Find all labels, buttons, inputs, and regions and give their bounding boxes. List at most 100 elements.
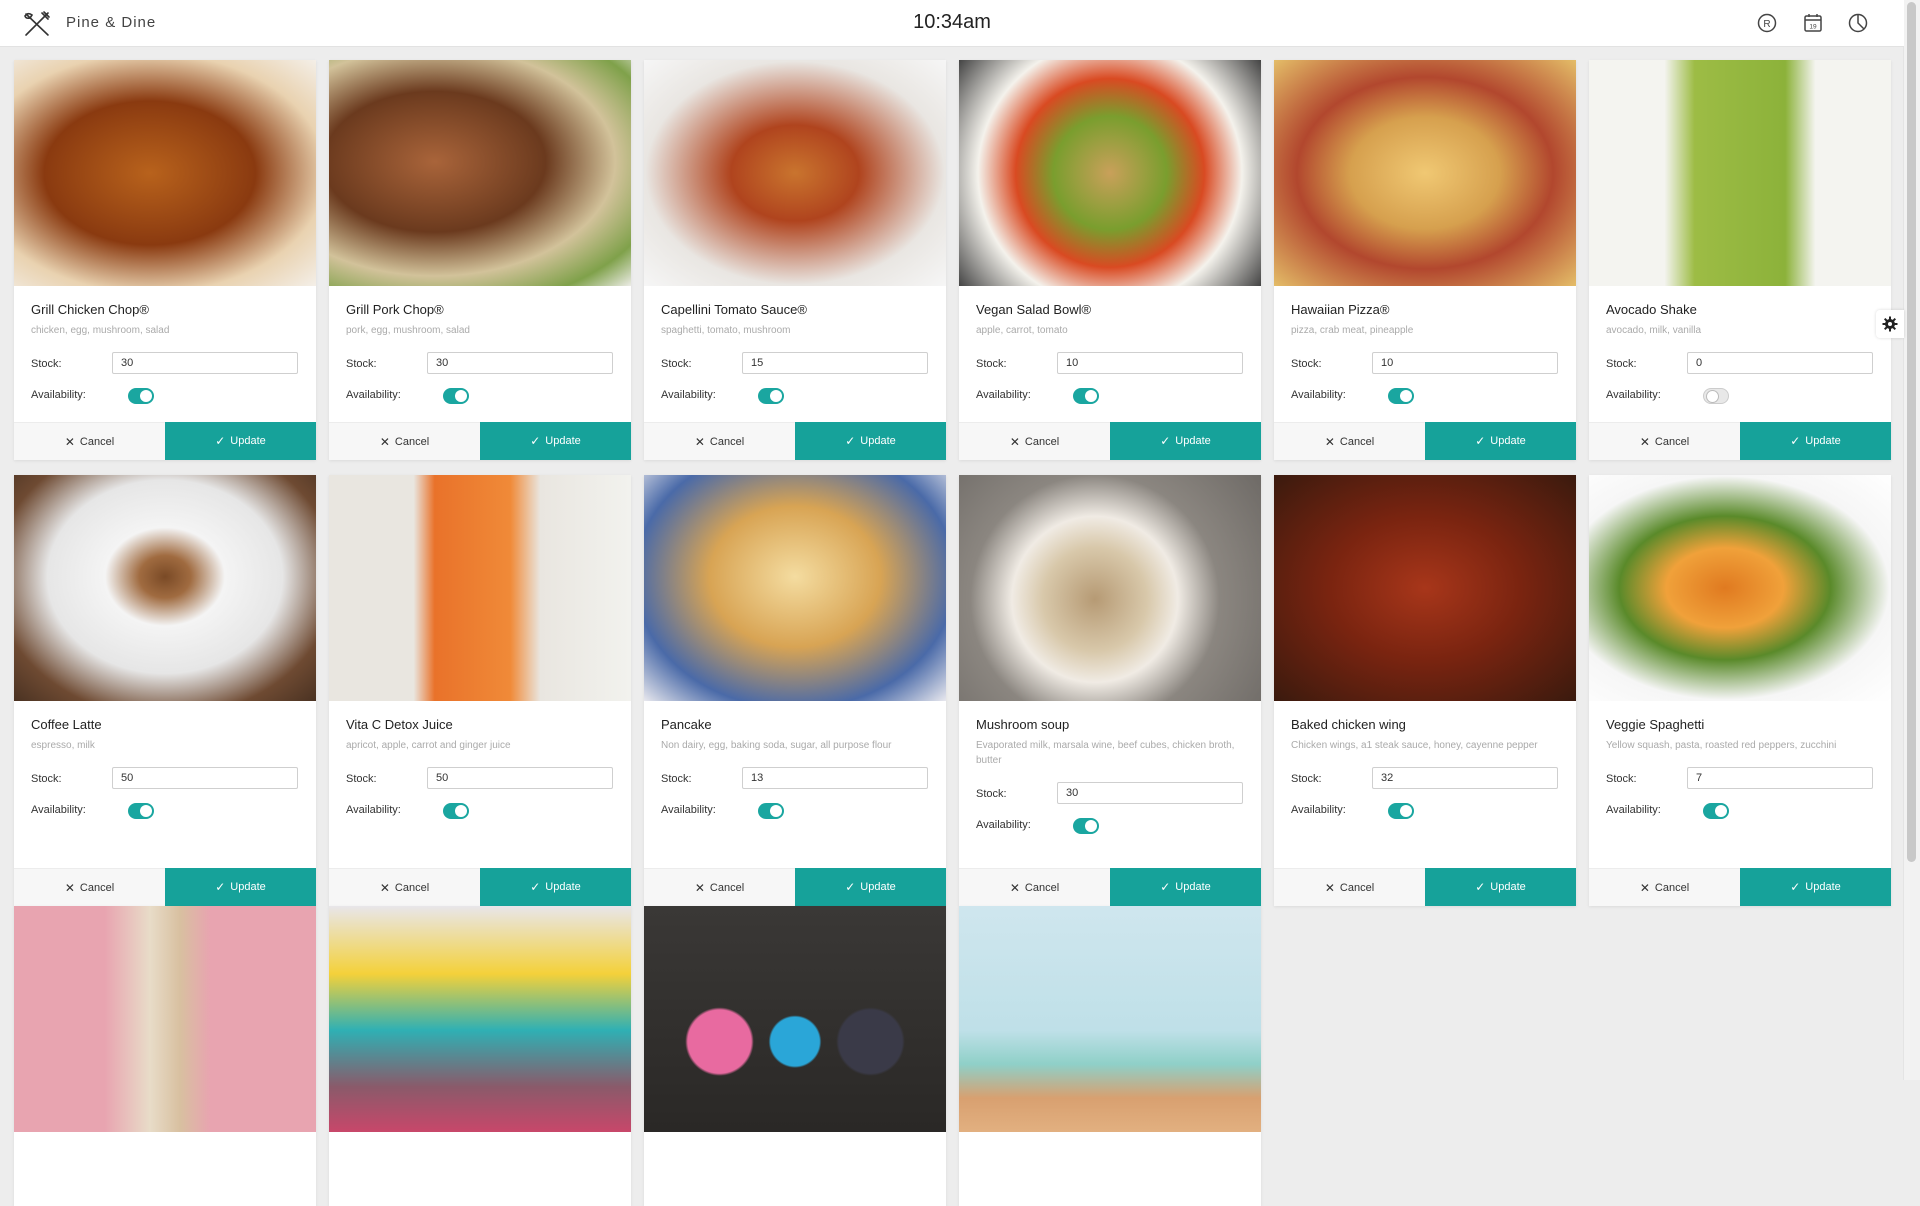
vertical-scrollbar[interactable] bbox=[1903, 0, 1920, 1080]
food-image bbox=[1589, 475, 1891, 701]
gear-icon bbox=[1882, 316, 1898, 332]
check-icon: ✓ bbox=[845, 434, 856, 448]
availability-toggle[interactable] bbox=[1388, 388, 1414, 404]
availability-toggle[interactable] bbox=[128, 388, 154, 404]
stock-label: Stock: bbox=[976, 788, 1007, 800]
stock-input[interactable] bbox=[742, 352, 928, 374]
cancel-button[interactable]: ✕ Cancel bbox=[14, 868, 165, 906]
stock-input[interactable] bbox=[112, 352, 298, 374]
cancel-button[interactable]: ✕ Cancel bbox=[644, 868, 795, 906]
item-ingredients: avocado, milk, vanilla bbox=[1606, 325, 1702, 336]
card-body: Veggie Spaghetti Yellow squash, pasta, r… bbox=[1589, 701, 1891, 821]
stock-input[interactable] bbox=[1372, 352, 1558, 374]
cancel-button[interactable]: ✕ Cancel bbox=[1589, 422, 1740, 460]
item-ingredients: Yellow squash, pasta, roasted red pepper… bbox=[1606, 740, 1837, 751]
update-button[interactable]: ✓ Update bbox=[480, 868, 631, 906]
availability-label: Availability: bbox=[346, 804, 401, 816]
cancel-button[interactable]: ✕ Cancel bbox=[329, 422, 480, 460]
cancel-button[interactable]: ✕ Cancel bbox=[959, 422, 1110, 460]
cancel-label: Cancel bbox=[1339, 435, 1375, 448]
stock-input[interactable] bbox=[427, 767, 613, 789]
registered-icon[interactable]: R bbox=[1756, 12, 1778, 34]
close-icon: ✕ bbox=[694, 434, 705, 449]
svg-text:19: 19 bbox=[1809, 24, 1817, 31]
update-button[interactable]: ✓ Update bbox=[795, 868, 946, 906]
update-button[interactable]: ✓ Update bbox=[1425, 868, 1576, 906]
update-button[interactable]: ✓ Update bbox=[1110, 868, 1261, 906]
calendar-icon[interactable]: 19 bbox=[1802, 12, 1824, 34]
menu-item-card: Vita C Detox Juice apricot, apple, carro… bbox=[329, 475, 631, 906]
card-actions: ✕ Cancel ✓ Update bbox=[1274, 868, 1576, 906]
stock-input[interactable] bbox=[1057, 782, 1243, 804]
update-label: Update bbox=[860, 881, 896, 893]
update-label: Update bbox=[1490, 881, 1526, 893]
stock-label: Stock: bbox=[1606, 358, 1637, 370]
cancel-button[interactable]: ✕ Cancel bbox=[1274, 868, 1425, 906]
cancel-button[interactable]: ✕ Cancel bbox=[1589, 868, 1740, 906]
availability-toggle[interactable] bbox=[758, 388, 784, 404]
update-button[interactable]: ✓ Update bbox=[1425, 422, 1576, 460]
cancel-button[interactable]: ✕ Cancel bbox=[644, 422, 795, 460]
food-image bbox=[329, 475, 631, 701]
menu-item-card: Stock: Availability: ✕ Cancel ✓ Update bbox=[959, 906, 1261, 1206]
pie-chart-icon[interactable] bbox=[1847, 12, 1869, 34]
item-name: Capellini Tomato Sauce® bbox=[661, 302, 807, 317]
cancel-button[interactable]: ✕ Cancel bbox=[329, 868, 480, 906]
availability-toggle[interactable] bbox=[443, 388, 469, 404]
scrollbar-thumb[interactable] bbox=[1907, 2, 1916, 862]
cancel-button[interactable]: ✕ Cancel bbox=[1274, 422, 1425, 460]
stock-input[interactable] bbox=[1687, 352, 1873, 374]
close-icon: ✕ bbox=[1009, 434, 1020, 449]
settings-gear-button[interactable] bbox=[1876, 310, 1904, 338]
card-body: Hawaiian Pizza® pizza, crab meat, pineap… bbox=[1274, 286, 1576, 406]
availability-label: Availability: bbox=[1606, 389, 1661, 401]
stock-input[interactable] bbox=[427, 352, 613, 374]
availability-toggle[interactable] bbox=[1073, 388, 1099, 404]
update-label: Update bbox=[545, 881, 581, 893]
update-button[interactable]: ✓ Update bbox=[795, 422, 946, 460]
update-label: Update bbox=[230, 435, 266, 447]
menu-item-card: Vegan Salad Bowl® apple, carrot, tomato … bbox=[959, 60, 1261, 460]
close-icon: ✕ bbox=[379, 434, 390, 449]
stock-input[interactable] bbox=[112, 767, 298, 789]
stock-label: Stock: bbox=[31, 358, 62, 370]
card-actions: ✕ Cancel ✓ Update bbox=[644, 868, 946, 906]
availability-label: Availability: bbox=[976, 389, 1031, 401]
cancel-button[interactable]: ✕ Cancel bbox=[959, 868, 1110, 906]
availability-toggle[interactable] bbox=[1388, 803, 1414, 819]
availability-toggle[interactable] bbox=[443, 803, 469, 819]
update-button[interactable]: ✓ Update bbox=[165, 422, 316, 460]
update-button[interactable]: ✓ Update bbox=[1110, 422, 1261, 460]
cancel-button[interactable]: ✕ Cancel bbox=[14, 422, 165, 460]
availability-label: Availability: bbox=[1606, 804, 1661, 816]
item-name: Hawaiian Pizza® bbox=[1291, 302, 1390, 317]
stock-label: Stock: bbox=[1291, 358, 1322, 370]
stock-input[interactable] bbox=[1057, 352, 1243, 374]
update-button[interactable]: ✓ Update bbox=[1740, 868, 1891, 906]
availability-toggle[interactable] bbox=[1703, 388, 1729, 404]
availability-toggle[interactable] bbox=[128, 803, 154, 819]
update-label: Update bbox=[1805, 881, 1841, 893]
menu-item-card: Pancake Non dairy, egg, baking soda, sug… bbox=[644, 475, 946, 906]
availability-label: Availability: bbox=[661, 804, 716, 816]
stock-input[interactable] bbox=[1687, 767, 1873, 789]
stock-input[interactable] bbox=[742, 767, 928, 789]
close-icon: ✕ bbox=[379, 880, 390, 895]
card-actions: ✕ Cancel ✓ Update bbox=[14, 422, 316, 460]
close-icon: ✕ bbox=[64, 434, 75, 449]
availability-toggle[interactable] bbox=[1703, 803, 1729, 819]
availability-toggle[interactable] bbox=[758, 803, 784, 819]
item-ingredients: pork, egg, mushroom, salad bbox=[346, 325, 470, 336]
card-body: Vegan Salad Bowl® apple, carrot, tomato … bbox=[959, 286, 1261, 406]
close-icon: ✕ bbox=[1009, 880, 1020, 895]
update-button[interactable]: ✓ Update bbox=[480, 422, 631, 460]
menu-item-card: Hawaiian Pizza® pizza, crab meat, pineap… bbox=[1274, 60, 1576, 460]
availability-toggle[interactable] bbox=[1073, 818, 1099, 834]
stock-input[interactable] bbox=[1372, 767, 1558, 789]
item-name: Mushroom soup bbox=[976, 717, 1070, 732]
stock-label: Stock: bbox=[661, 773, 692, 785]
stock-label: Stock: bbox=[346, 773, 377, 785]
update-button[interactable]: ✓ Update bbox=[165, 868, 316, 906]
update-button[interactable]: ✓ Update bbox=[1740, 422, 1891, 460]
availability-label: Availability: bbox=[1291, 804, 1346, 816]
